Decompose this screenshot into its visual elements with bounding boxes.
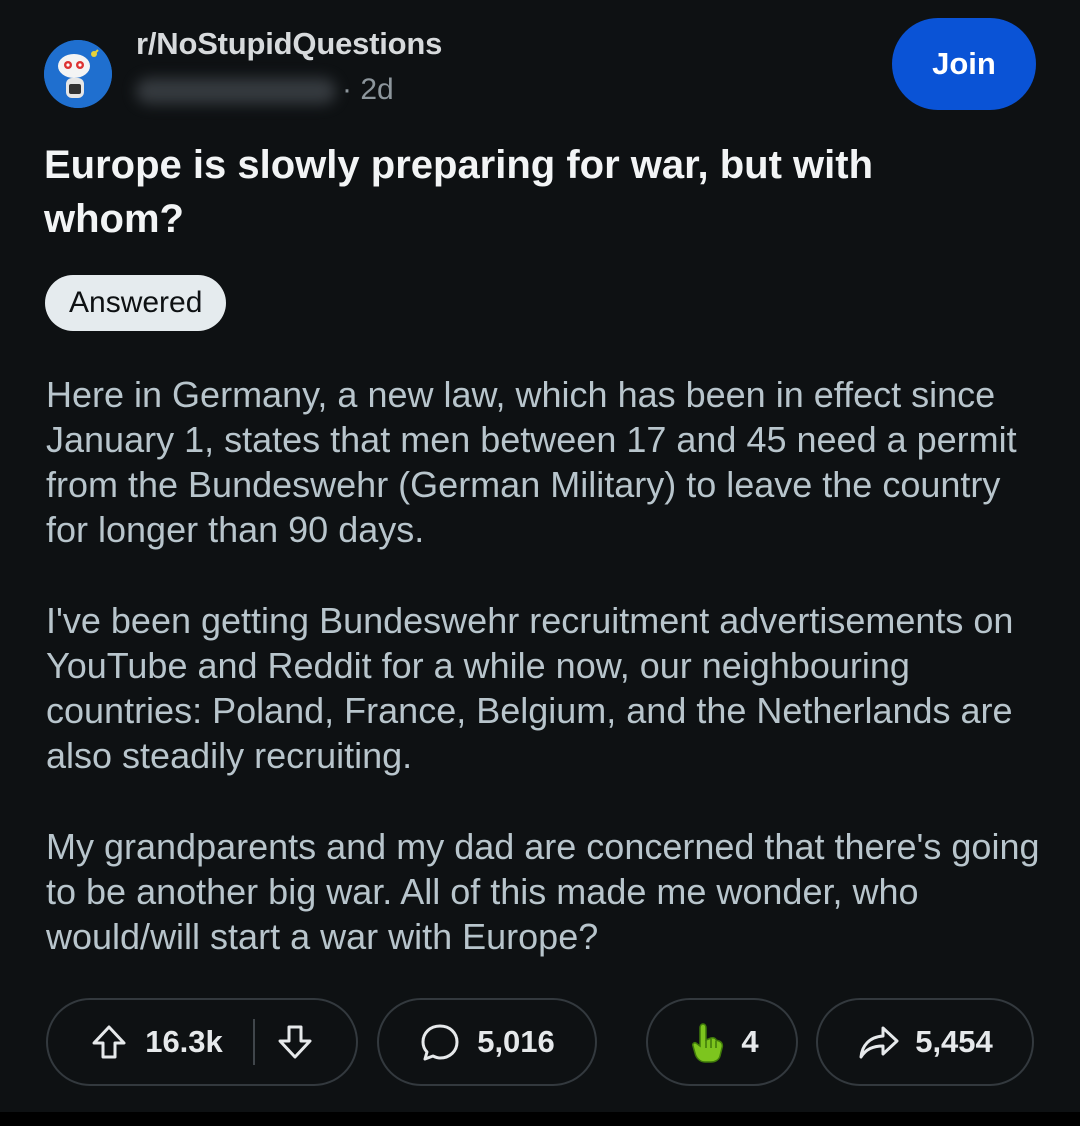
- share-button[interactable]: 5,454: [816, 998, 1034, 1086]
- subreddit-name[interactable]: r/NoStupidQuestions: [136, 26, 442, 62]
- share-arrow-icon: [859, 1026, 899, 1059]
- body-paragraph: Here in Germany, a new law, which has be…: [46, 374, 1017, 550]
- award-button[interactable]: 4: [646, 998, 798, 1086]
- arrow-up-icon: [92, 1025, 126, 1059]
- body-paragraph: My grandparents and my dad are concerned…: [46, 826, 1040, 957]
- share-icon-wrap: [857, 1022, 901, 1062]
- bottom-bar: [0, 1112, 1080, 1126]
- flair-badge[interactable]: Answered: [45, 275, 227, 331]
- action-bar: 16.3k 5,016 4 5,454: [46, 998, 1034, 1090]
- arrow-down-icon: [278, 1025, 312, 1059]
- post-body: Here in Germany, a new law, which has be…: [46, 372, 1046, 1005]
- comment-icon-wrap: [419, 1021, 461, 1063]
- speech-bubble-icon: [421, 1024, 459, 1061]
- vote-divider: [252, 1019, 255, 1065]
- award-icon-wrap: [685, 1020, 729, 1064]
- vote-pill: 16.3k: [46, 998, 358, 1086]
- author-name-blurred[interactable]: [136, 78, 336, 104]
- upvote-button[interactable]: [89, 1022, 129, 1062]
- snoo-mascot-icon: [44, 40, 112, 108]
- share-count: 5,454: [915, 1024, 993, 1059]
- comment-count: 5,016: [477, 1024, 555, 1059]
- post-title: Europe is slowly preparing for war, but …: [44, 143, 874, 241]
- subreddit-avatar[interactable]: [44, 40, 112, 108]
- post-age: · 2d: [342, 73, 394, 106]
- body-paragraph: I've been getting Bundeswehr recruitment…: [46, 600, 1014, 776]
- award-count: 4: [741, 1024, 759, 1059]
- downvote-button[interactable]: [275, 1022, 315, 1062]
- pointing-hand-award-icon: [692, 1023, 724, 1063]
- upvote-count: 16.3k: [145, 1024, 223, 1059]
- post-header: r/NoStupidQuestions · 2d Join: [44, 18, 1036, 112]
- comments-button[interactable]: 5,016: [377, 998, 597, 1086]
- join-button[interactable]: Join: [892, 18, 1036, 110]
